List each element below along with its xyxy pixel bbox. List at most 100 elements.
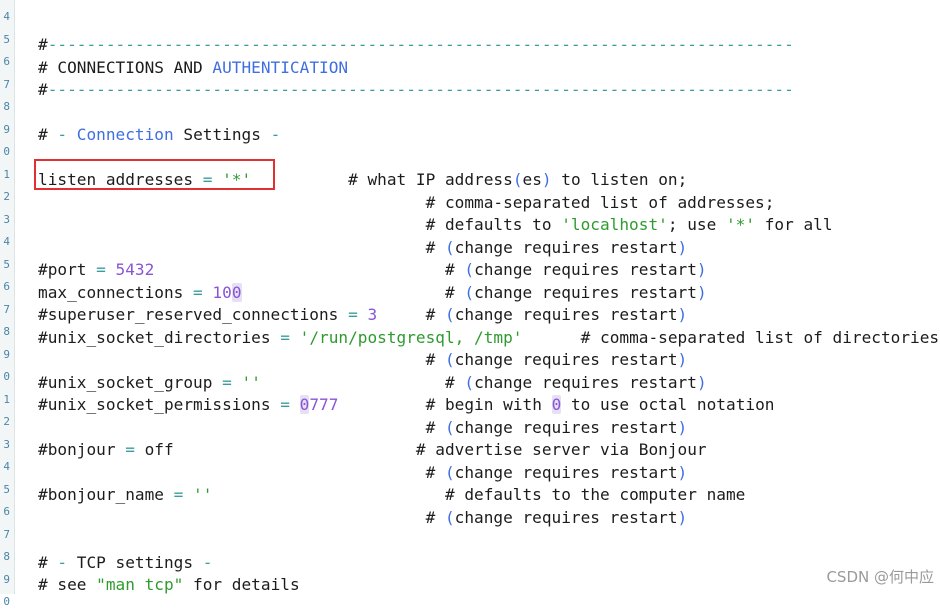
code-token: # advertise server via Bonjour <box>173 440 707 460</box>
code-token: 3 <box>367 305 378 325</box>
code-line: #superuser_reserved_connections = 3 # (c… <box>38 304 687 327</box>
code-token: Settings <box>173 125 271 145</box>
code-token: ( <box>512 170 523 190</box>
code-token: change requires restart <box>454 350 678 370</box>
code-token: - <box>270 125 281 145</box>
code-token: = <box>338 305 368 325</box>
code-token: TCP settings <box>76 552 203 572</box>
code-token: # <box>38 507 445 527</box>
line-number: 9 <box>3 572 10 586</box>
code-token: ) <box>677 462 688 482</box>
line-number: 8 <box>3 325 10 338</box>
cursor-char: 0 <box>299 395 310 415</box>
line-number: 7 <box>3 302 10 316</box>
code-line: # (change requires restart) <box>38 462 688 485</box>
code-token: # <box>260 372 465 392</box>
code-token: to listen on; <box>551 170 688 190</box>
code-line: #unix_socket_permissions = 0777 # begin … <box>38 394 774 417</box>
line-number: 6 <box>3 280 10 293</box>
code-token: = <box>115 440 145 460</box>
code-token: = <box>270 327 300 347</box>
line-number: 3 <box>3 212 10 226</box>
code-token: # CONNECTIONS AND <box>38 57 213 77</box>
code-token: ( <box>444 462 455 482</box>
line-number: 4 <box>3 10 10 23</box>
code-line: # - TCP settings - <box>38 552 212 575</box>
code-line: #unix_socket_directories = '/run/postgre… <box>38 327 939 350</box>
code-line: # (change requires restart) <box>38 507 688 530</box>
csdn-watermark: CSDN @何中应 <box>826 568 934 586</box>
cursor-char: 0 <box>231 282 242 302</box>
code-token: ( <box>444 417 455 437</box>
code-token: ( <box>444 305 455 325</box>
code-token: ( <box>464 282 475 302</box>
code-token: ) <box>696 282 707 302</box>
code-token: #bonjour_name <box>38 485 164 505</box>
code-token: # comma-separated list of addresses; <box>38 192 775 212</box>
code-token: - <box>57 552 77 572</box>
code-token: max_connections <box>38 282 184 302</box>
line-number: 0 <box>3 370 10 383</box>
code-line: max_connections = 100 # (change requires… <box>38 282 707 305</box>
line-number: 1 <box>3 392 10 406</box>
line-number: 5 <box>3 482 10 496</box>
code-line: #bonjour_name = '' # defaults to the com… <box>38 484 745 507</box>
code-token: # <box>241 282 465 302</box>
line-number: 5 <box>3 257 10 271</box>
code-line: #---------------------------------------… <box>38 79 794 102</box>
code-token: change requires restart <box>454 417 678 437</box>
line-number: 0 <box>3 145 10 158</box>
code-token: # <box>38 462 445 482</box>
code-token: = <box>163 485 194 505</box>
line-number: 8 <box>3 550 10 563</box>
code-token: '' <box>193 485 213 505</box>
line-number: 3 <box>3 437 10 451</box>
line-number: 4 <box>3 460 10 473</box>
line-number: 2 <box>3 190 10 203</box>
code-line: # CONNECTIONS AND AUTHENTICATION <box>38 57 348 80</box>
line-number: 0 <box>3 595 10 608</box>
code-token: = <box>270 395 300 415</box>
code-token: to use octal notation <box>561 395 775 415</box>
code-token: change requires restart <box>454 305 678 325</box>
code-token: ( <box>444 350 455 370</box>
code-line: # defaults to 'localhost'; use '*' for a… <box>38 214 833 237</box>
code-token: # <box>38 125 58 145</box>
code-token: for details <box>183 575 300 595</box>
code-token: '*' <box>222 170 252 190</box>
code-token: # <box>38 552 58 572</box>
line-number: 6 <box>3 55 10 68</box>
code-token: ) <box>677 305 688 325</box>
code-token: # <box>154 260 465 280</box>
code-token: # <box>38 417 445 437</box>
code-token: listen_addresses <box>38 170 194 190</box>
code-editor[interactable]: 456789012345678901234567890 #-----------… <box>0 0 940 608</box>
code-token: #superuser_reserved_connections <box>38 305 339 325</box>
code-token: AUTHENTICATION <box>212 57 349 77</box>
code-token: #unix_socket_permissions <box>38 395 271 415</box>
code-token: change requires restart <box>454 237 678 257</box>
line-number: 9 <box>3 122 10 136</box>
code-token: '' <box>241 372 261 392</box>
code-token: change requires restart <box>474 282 697 302</box>
code-token: es <box>522 170 542 190</box>
code-token: "man tcp" <box>96 575 184 595</box>
line-number: 7 <box>3 527 10 541</box>
cursor-char: 0 <box>551 395 562 415</box>
line-number: 1 <box>3 167 10 181</box>
code-token: = <box>193 170 223 190</box>
code-token: # defaults to <box>38 215 562 235</box>
code-line: # - Connection Settings - <box>38 124 280 147</box>
code-line: #---------------------------------------… <box>38 34 794 57</box>
line-number: 4 <box>3 235 10 248</box>
code-token: = <box>183 282 213 302</box>
code-token: change requires restart <box>454 507 678 527</box>
code-token: ) <box>677 350 688 370</box>
code-token: = <box>86 260 116 280</box>
code-token: - <box>202 552 213 572</box>
code-token: # <box>38 35 48 55</box>
code-line: #bonjour = off # advertise server via Bo… <box>38 439 707 462</box>
code-token: change requires restart <box>474 260 697 280</box>
line-number: 2 <box>3 415 10 428</box>
code-token: change requires restart <box>454 462 678 482</box>
